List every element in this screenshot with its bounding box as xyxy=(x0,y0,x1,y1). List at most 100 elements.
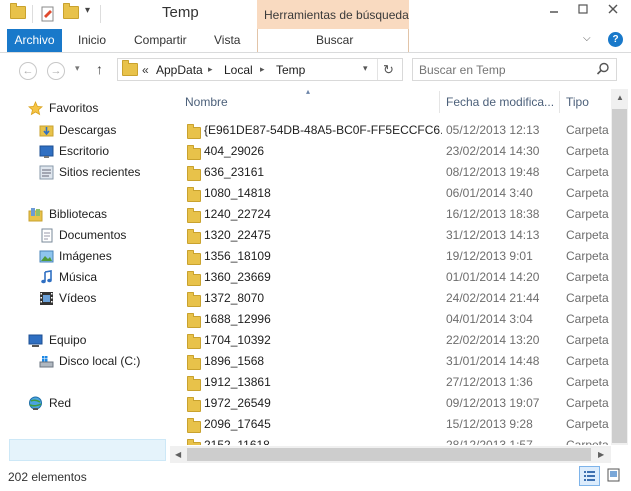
file-list: ▴ Nombre Fecha de modifica... Tipo {E961… xyxy=(175,89,611,445)
minimize-button[interactable] xyxy=(541,0,567,20)
up-arrow-icon[interactable]: ↑ xyxy=(96,61,103,77)
file-type: Carpeta xyxy=(566,144,609,158)
file-name: 1080_14818 xyxy=(204,186,271,200)
qat-dropdown-icon[interactable]: ▾ xyxy=(85,5,90,16)
crumb-temp[interactable]: Temp xyxy=(276,63,305,77)
nav-label: Imágenes xyxy=(59,249,112,263)
table-row[interactable]: 1688_12996 04/01/2014 3:04 Carpeta xyxy=(175,309,611,330)
close-button[interactable] xyxy=(600,0,626,20)
file-date: 31/01/2014 14:48 xyxy=(446,354,540,368)
column-divider[interactable] xyxy=(559,91,560,113)
file-date: 24/02/2014 21:44 xyxy=(446,291,540,305)
crumb-separator[interactable]: ▸ xyxy=(260,64,265,75)
file-name: 636_23161 xyxy=(204,165,265,179)
file-date: 04/01/2014 3:04 xyxy=(446,312,533,326)
file-type: Carpeta xyxy=(566,186,609,200)
crumb-separator[interactable]: ▸ xyxy=(208,64,213,75)
file-name: 1320_22475 xyxy=(204,228,271,242)
table-row[interactable]: 1896_1568 31/01/2014 14:48 Carpeta xyxy=(175,351,611,372)
file-name: 1356_18109 xyxy=(204,249,271,263)
window-title: Temp xyxy=(162,4,199,21)
table-row[interactable]: 1320_22475 31/12/2013 14:13 Carpeta xyxy=(175,225,611,246)
maximize-button[interactable] xyxy=(570,0,596,20)
file-date: 05/12/2013 12:13 xyxy=(446,123,540,137)
new-folder-icon[interactable] xyxy=(63,3,79,22)
desktop-icon xyxy=(39,144,54,158)
status-bar: 202 elementos xyxy=(0,463,631,491)
file-date: 15/12/2013 9:28 xyxy=(446,417,533,431)
crumb-appdata[interactable]: AppData xyxy=(156,63,203,77)
file-type: Carpeta xyxy=(566,165,609,179)
table-row[interactable]: 1372_8070 24/02/2014 21:44 Carpeta xyxy=(175,288,611,309)
table-row[interactable]: 1356_18109 19/12/2013 9:01 Carpeta xyxy=(175,246,611,267)
tab-buscar[interactable]: Buscar xyxy=(316,29,353,52)
table-row[interactable]: 1704_10392 22/02/2014 13:20 Carpeta xyxy=(175,330,611,351)
file-date: 09/12/2013 19:07 xyxy=(446,396,540,410)
file-type: Carpeta xyxy=(566,438,609,445)
table-row[interactable]: 1360_23669 01/01/2014 14:20 Carpeta xyxy=(175,267,611,288)
file-date: 22/02/2014 13:20 xyxy=(446,333,540,347)
file-type: Carpeta xyxy=(566,333,609,347)
horizontal-scrollbar[interactable]: ◀ ▶ xyxy=(170,446,611,463)
search-input[interactable] xyxy=(419,61,589,78)
tab-vista[interactable]: Vista xyxy=(214,29,240,52)
contextual-tab-label: Herramientas de búsqueda xyxy=(264,8,409,22)
file-name: 2096_17645 xyxy=(204,417,271,431)
tab-buscar-area: Buscar xyxy=(257,29,409,52)
address-overflow[interactable]: « xyxy=(142,63,149,77)
documents-icon xyxy=(39,228,53,243)
column-headers: ▴ Nombre Fecha de modifica... Tipo xyxy=(175,89,611,115)
table-row[interactable]: 1080_14818 06/01/2014 3:40 Carpeta xyxy=(175,183,611,204)
address-bar[interactable]: « AppData ▸ Local ▸ Temp ▾ ↻ xyxy=(117,58,403,81)
nav-label: Bibliotecas xyxy=(49,207,108,221)
nav-label: Vídeos xyxy=(59,291,97,305)
crumb-local[interactable]: Local xyxy=(224,63,253,77)
recent-locations-icon[interactable]: ▾ xyxy=(75,63,80,74)
refresh-icon[interactable]: ↻ xyxy=(383,62,394,78)
vertical-scroll-thumb[interactable] xyxy=(612,109,627,443)
table-row[interactable]: 1912_13861 27/12/2013 1:36 Carpeta xyxy=(175,372,611,393)
help-icon[interactable]: ? xyxy=(608,32,623,47)
file-name: 1912_13861 xyxy=(204,375,271,389)
star-icon xyxy=(28,100,43,116)
file-date: 06/01/2014 3:40 xyxy=(446,186,533,200)
address-dropdown-icon[interactable]: ▾ xyxy=(363,63,368,74)
file-name: 1372_8070 xyxy=(204,291,265,305)
file-name: 1240_22724 xyxy=(204,207,271,221)
tab-compartir[interactable]: Compartir xyxy=(134,29,187,52)
file-type: Carpeta xyxy=(566,249,609,263)
vertical-scrollbar[interactable]: ▲ xyxy=(611,89,628,445)
forward-arrow-icon[interactable]: → xyxy=(47,62,65,80)
back-arrow-icon[interactable]: ← xyxy=(19,62,37,80)
scroll-right-arrow[interactable]: ▶ xyxy=(598,450,604,459)
recent-places-icon xyxy=(39,165,54,180)
table-row[interactable]: 2096_17645 15/12/2013 9:28 Carpeta xyxy=(175,414,611,435)
tab-archivo[interactable]: Archivo xyxy=(7,29,62,52)
nav-disco-local-selected[interactable] xyxy=(9,439,166,461)
details-view-button[interactable] xyxy=(579,466,600,486)
table-row[interactable]: 1240_22724 16/12/2013 18:38 Carpeta xyxy=(175,204,611,225)
table-row[interactable]: 404_29026 23/02/2014 14:30 Carpeta xyxy=(175,141,611,162)
file-date: 19/12/2013 9:01 xyxy=(446,249,533,263)
search-icon[interactable] xyxy=(596,62,610,79)
large-icons-view-button[interactable] xyxy=(604,466,625,486)
column-divider[interactable] xyxy=(439,91,440,113)
table-row[interactable]: 1972_26549 09/12/2013 19:07 Carpeta xyxy=(175,393,611,414)
horizontal-scroll-thumb[interactable] xyxy=(187,448,591,461)
scroll-left-arrow[interactable]: ◀ xyxy=(175,450,181,459)
scroll-up-arrow[interactable]: ▲ xyxy=(616,93,624,102)
search-box[interactable] xyxy=(412,58,617,81)
chevron-down-icon[interactable]: ⌵ xyxy=(583,33,591,44)
column-header-nombre[interactable]: Nombre xyxy=(185,95,228,109)
nav-label: Documentos xyxy=(59,228,127,242)
table-row[interactable]: 2152_11618 28/12/2013 1:57 Carpeta xyxy=(175,435,611,445)
title-bar: ▾ Temp Herramientas de búsqueda xyxy=(0,0,631,29)
table-row[interactable]: {E961DE87-54DB-48A5-BC0F-FF5ECCFC6... 05/… xyxy=(175,120,611,141)
properties-icon[interactable] xyxy=(40,6,56,22)
nav-label: Música xyxy=(59,270,98,284)
table-row[interactable]: 636_23161 08/12/2013 19:48 Carpeta xyxy=(175,162,611,183)
column-header-fecha[interactable]: Fecha de modifica... xyxy=(446,95,554,109)
column-header-tipo[interactable]: Tipo xyxy=(566,95,589,109)
file-date: 27/12/2013 1:36 xyxy=(446,375,533,389)
tab-inicio[interactable]: Inicio xyxy=(78,29,106,52)
